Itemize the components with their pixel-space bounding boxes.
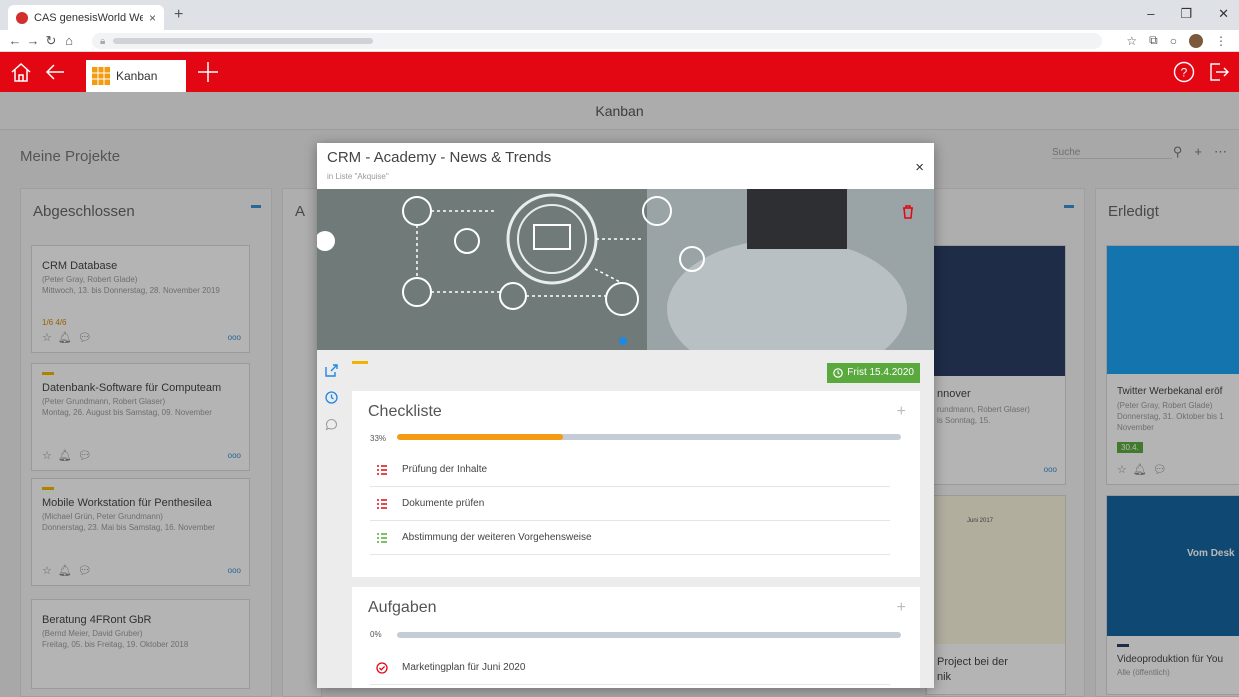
checklist-done-icon[interactable] [376,532,388,544]
browser-tab-title: CAS genesisWorld Web [34,11,143,24]
browser-tab-close-icon[interactable]: × [149,11,156,25]
checklist-item-label: Abstimmung der weiteren Vorgehensweise [402,532,592,543]
color-marker [352,361,368,364]
modal-close-icon[interactable]: × [915,159,924,176]
help-icon[interactable]: ? [1173,61,1195,83]
add-checklist-item-icon[interactable]: + [897,403,906,421]
checklist-progress-fill [397,434,564,440]
svg-text:?: ? [1181,66,1188,80]
checklist-title: Checkliste [368,403,442,420]
favicon-icon [16,11,28,24]
modal-subtitle: in Liste "Akquise" [327,172,389,181]
extension-icon[interactable]: ○ [1170,34,1177,48]
edit-external-icon[interactable] [325,364,338,377]
task-item[interactable]: Marketingplan für Juni 2020 [370,651,890,685]
checklist-item[interactable]: Prüfung der Inhalte [370,453,890,487]
checklist-section: Checkliste + 33% Prüfung der Inhalte Dok… [352,391,920,577]
browser-toolbar-right: ☆ ⧉ ○ ⋮ [1126,33,1227,48]
carousel-indicator[interactable] [619,337,627,345]
checklist-item[interactable]: Abstimmung der weiteren Vorgehensweise [370,521,890,555]
delete-icon[interactable] [902,205,914,219]
new-tab-button[interactable]: + [174,6,183,24]
task-item-label: Marketingplan für Juni 2020 [402,662,526,673]
checklist-open-icon[interactable] [376,464,388,476]
modal-title: CRM - Academy - News & Trends [327,149,552,166]
reload-icon[interactable]: ↻ [42,33,60,49]
tasks-title: Aufgaben [368,599,437,616]
back-arrow-icon[interactable]: ← [6,33,24,48]
url-blurred [113,38,374,44]
checklist-progress-bar [397,434,901,440]
header-actions: ? [1173,61,1229,83]
url-input[interactable]: 🔒︎ [92,33,1102,49]
kanban-grid-icon [92,67,110,85]
card-detail-modal: CRM - Academy - News & Trends in Liste "… [317,143,934,688]
tasks-section: Aufgaben + 0% Marketingplan für Juni 202… [352,587,920,688]
tasks-percent: 0% [370,630,382,639]
modal-detail-area: Frist 15.4.2020 Checkliste + 33% Prüfung… [317,350,934,688]
logout-icon[interactable] [1207,61,1229,83]
home-icon[interactable]: ⌂ [60,33,78,48]
browser-menu-icon[interactable]: ⋮ [1215,34,1227,48]
checklist-item[interactable]: Dokumente prüfen [370,487,890,521]
back-arrow-icon[interactable] [44,61,66,83]
home-icon[interactable] [10,61,32,83]
bookmark-star-icon[interactable]: ☆ [1126,34,1137,48]
hero-illustration [317,189,934,350]
deadline-label: Frist 15.4.2020 [847,367,914,378]
checklist-open-icon[interactable] [376,498,388,510]
add-task-icon[interactable]: + [897,599,906,617]
clock-icon[interactable] [325,391,338,404]
forward-arrow-icon[interactable]: → [24,33,42,48]
browser-tabbar: CAS genesisWorld Web × + – ❐ ✕ [0,0,1239,30]
app-tab-label: Kanban [116,69,158,83]
restore-icon[interactable]: ❐ [1180,6,1192,22]
profile-avatar[interactable] [1189,33,1203,48]
window-close-icon[interactable]: ✕ [1218,6,1229,22]
app-header: Kanban ? [0,52,1239,92]
tasks-progress-bar [397,632,901,638]
window-controls: – ❐ ✕ [1147,6,1229,22]
lock-icon: 🔒︎ [100,35,106,47]
add-tab-icon[interactable] [196,60,220,84]
minimize-icon[interactable]: – [1147,6,1154,22]
checklist-item-label: Dokumente prüfen [402,498,485,509]
app-tab-kanban[interactable]: Kanban [86,60,186,92]
task-status-icon[interactable] [376,661,388,674]
browser-tab[interactable]: CAS genesisWorld Web × [8,5,164,30]
cast-icon[interactable]: ⧉ [1149,33,1158,48]
checklist-percent: 33% [370,434,387,443]
hero-image [317,189,934,350]
modal-side-toolbar [325,364,338,431]
comment-icon[interactable] [325,418,338,431]
checklist-item-label: Prüfung der Inhalte [402,464,488,475]
clock-icon [833,368,844,378]
deadline-badge: Frist 15.4.2020 [827,363,920,383]
browser-address-bar: ← → ↻ ⌂ 🔒︎ ☆ ⧉ ○ ⋮ [0,30,1239,52]
